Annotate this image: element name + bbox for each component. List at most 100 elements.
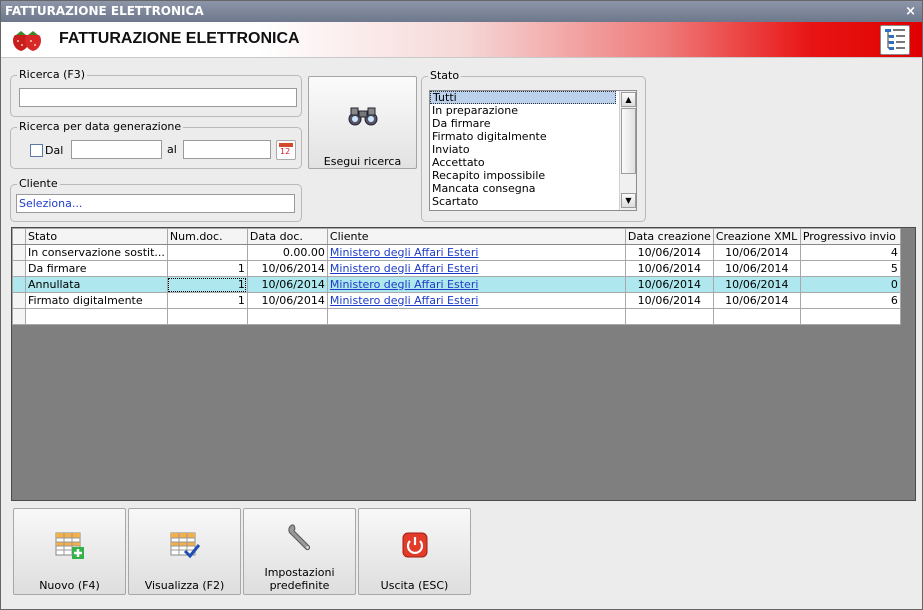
status-option-inviato[interactable]: Inviato: [430, 143, 636, 156]
document-list-icon[interactable]: [880, 25, 910, 55]
col-header-num-doc[interactable]: Num.doc.: [166, 228, 248, 245]
table-row[interactable]: In conservazione sostit... 0.00.00 Minis…: [12, 244, 901, 261]
table-row[interactable]: Firmato digitalmente 1 10/06/2014 Minist…: [12, 292, 901, 309]
row-indicator[interactable]: [12, 276, 26, 293]
col-header-cliente[interactable]: Cliente: [326, 228, 626, 245]
table-row-empty[interactable]: [12, 308, 901, 325]
title-bar: FATTURAZIONE ELETTRONICA ×: [1, 1, 922, 22]
date-to-label: al: [167, 143, 177, 156]
new-button-label: Nuovo (F4): [39, 579, 100, 592]
run-search-button[interactable]: Esegui ricerca: [308, 76, 417, 169]
cell-empty[interactable]: [799, 308, 901, 325]
strawberry-logo-icon: [13, 31, 41, 51]
cell-data-creazione[interactable]: 10/06/2014: [624, 292, 714, 309]
cell-num-doc[interactable]: 1: [166, 260, 248, 277]
cell-num-doc[interactable]: 1: [166, 276, 248, 293]
date-from-field[interactable]: [71, 140, 162, 159]
cell-data-doc[interactable]: 10/06/2014: [246, 292, 328, 309]
row-indicator[interactable]: [12, 308, 26, 325]
cell-creazione-xml[interactable]: 10/06/2014: [712, 244, 801, 261]
status-listbox[interactable]: Tutti In preparazione Da firmare Firmato…: [429, 90, 637, 211]
documents-table: Stato Num.doc. Data doc. Cliente Data cr…: [12, 228, 901, 325]
cell-cliente-link[interactable]: Ministero degli Affari Esteri: [326, 276, 626, 293]
default-settings-button[interactable]: Impostazioni predefinite: [243, 508, 356, 595]
main-window: FATTURAZIONE ELETTRONICA × FATTURAZIONE …: [0, 0, 923, 610]
scroll-thumb[interactable]: [621, 108, 636, 174]
date-from-checkbox[interactable]: [30, 144, 43, 157]
default-settings-label-line2: predefinite: [269, 579, 330, 592]
cell-creazione-xml[interactable]: 10/06/2014: [712, 260, 801, 277]
cell-num-doc[interactable]: 1: [166, 292, 248, 309]
status-scrollbar[interactable]: ▲ ▼: [619, 91, 636, 210]
header-banner: FATTURAZIONE ELETTRONICA: [1, 22, 922, 58]
view-button[interactable]: Visualizza (F2): [128, 508, 241, 595]
cell-stato[interactable]: Annullata: [25, 276, 168, 293]
status-option-da-firmare[interactable]: Da firmare: [430, 117, 636, 130]
table-row-selected[interactable]: Annullata 1 10/06/2014 Ministero degli A…: [12, 276, 901, 293]
cell-data-creazione[interactable]: 10/06/2014: [624, 260, 714, 277]
cell-empty[interactable]: [624, 308, 714, 325]
status-option-tutti[interactable]: Tutti: [430, 91, 616, 104]
search-group: Ricerca (F3): [10, 68, 302, 117]
scroll-down-icon[interactable]: ▼: [621, 193, 636, 208]
client-legend: Cliente: [17, 177, 60, 190]
scroll-up-icon[interactable]: ▲: [621, 92, 636, 107]
status-legend: Stato: [428, 69, 462, 82]
cell-cliente-link[interactable]: Ministero degli Affari Esteri: [326, 244, 626, 261]
cell-progressivo-invio[interactable]: 4: [799, 244, 901, 261]
search-input[interactable]: [19, 88, 297, 107]
col-header-progressivo-invio[interactable]: Progressivo invio: [799, 228, 901, 245]
cell-progressivo-invio[interactable]: 6: [799, 292, 901, 309]
cell-creazione-xml[interactable]: 10/06/2014: [712, 292, 801, 309]
status-option-mancata-consegna[interactable]: Mancata consegna: [430, 182, 636, 195]
row-indicator[interactable]: [12, 244, 26, 261]
col-header-data-doc[interactable]: Data doc.: [246, 228, 328, 245]
cell-num-doc[interactable]: [166, 244, 248, 261]
cell-empty[interactable]: [25, 308, 168, 325]
cell-data-doc[interactable]: 10/06/2014: [246, 276, 328, 293]
cell-empty[interactable]: [246, 308, 328, 325]
date-search-group: Ricerca per data generazione Dal al 12: [10, 120, 302, 169]
cell-progressivo-invio[interactable]: 0: [799, 276, 901, 293]
cell-stato[interactable]: Da firmare: [25, 260, 168, 277]
cell-empty[interactable]: [166, 308, 248, 325]
status-option-recapito-impossibile[interactable]: Recapito impossibile: [430, 169, 636, 182]
cell-data-doc[interactable]: 10/06/2014: [246, 260, 328, 277]
date-search-legend: Ricerca per data generazione: [17, 120, 184, 133]
col-header-data-creazione[interactable]: Data creazione: [624, 228, 714, 245]
status-option-firmato-digitalmente[interactable]: Firmato digitalmente: [430, 130, 636, 143]
cell-creazione-xml[interactable]: 10/06/2014: [712, 276, 801, 293]
status-option-accettato[interactable]: Accettato: [430, 156, 636, 169]
banner-title: FATTURAZIONE ELETTRONICA: [59, 30, 300, 47]
row-indicator[interactable]: [12, 292, 26, 309]
exit-button[interactable]: Uscita (ESC): [358, 508, 471, 595]
cell-data-creazione[interactable]: 10/06/2014: [624, 276, 714, 293]
grid-add-icon: [55, 532, 84, 559]
date-to-field[interactable]: [183, 140, 271, 159]
cell-data-creazione[interactable]: 10/06/2014: [624, 244, 714, 261]
view-button-label: Visualizza (F2): [144, 579, 225, 592]
status-option-scartato[interactable]: Scartato: [430, 195, 636, 208]
col-header-creazione-xml[interactable]: Creazione XML: [712, 228, 801, 245]
client-field[interactable]: Seleziona...: [16, 194, 295, 213]
row-indicator-header: [12, 228, 26, 245]
cell-progressivo-invio[interactable]: 5: [799, 260, 901, 277]
new-button[interactable]: Nuovo (F4): [13, 508, 126, 595]
cell-cliente-link[interactable]: Ministero degli Affari Esteri: [326, 292, 626, 309]
row-indicator[interactable]: [12, 260, 26, 277]
col-header-stato[interactable]: Stato: [25, 228, 168, 245]
calendar-icon[interactable]: 12: [276, 140, 296, 160]
cell-stato[interactable]: In conservazione sostit...: [25, 244, 168, 261]
cell-data-doc[interactable]: 0.00.00: [246, 244, 328, 261]
exit-button-label: Uscita (ESC): [380, 579, 449, 592]
cell-empty[interactable]: [326, 308, 626, 325]
status-option-in-preparazione[interactable]: In preparazione: [430, 104, 636, 117]
cell-empty[interactable]: [712, 308, 801, 325]
cell-stato[interactable]: Firmato digitalmente: [25, 292, 168, 309]
cell-cliente-link[interactable]: Ministero degli Affari Esteri: [326, 260, 626, 277]
window-title: FATTURAZIONE ELETTRONICA: [5, 4, 204, 18]
table-row[interactable]: Da firmare 1 10/06/2014 Ministero degli …: [12, 260, 901, 277]
close-icon[interactable]: ×: [905, 1, 916, 22]
date-from-label: Dal: [45, 144, 64, 157]
search-legend: Ricerca (F3): [17, 68, 87, 81]
